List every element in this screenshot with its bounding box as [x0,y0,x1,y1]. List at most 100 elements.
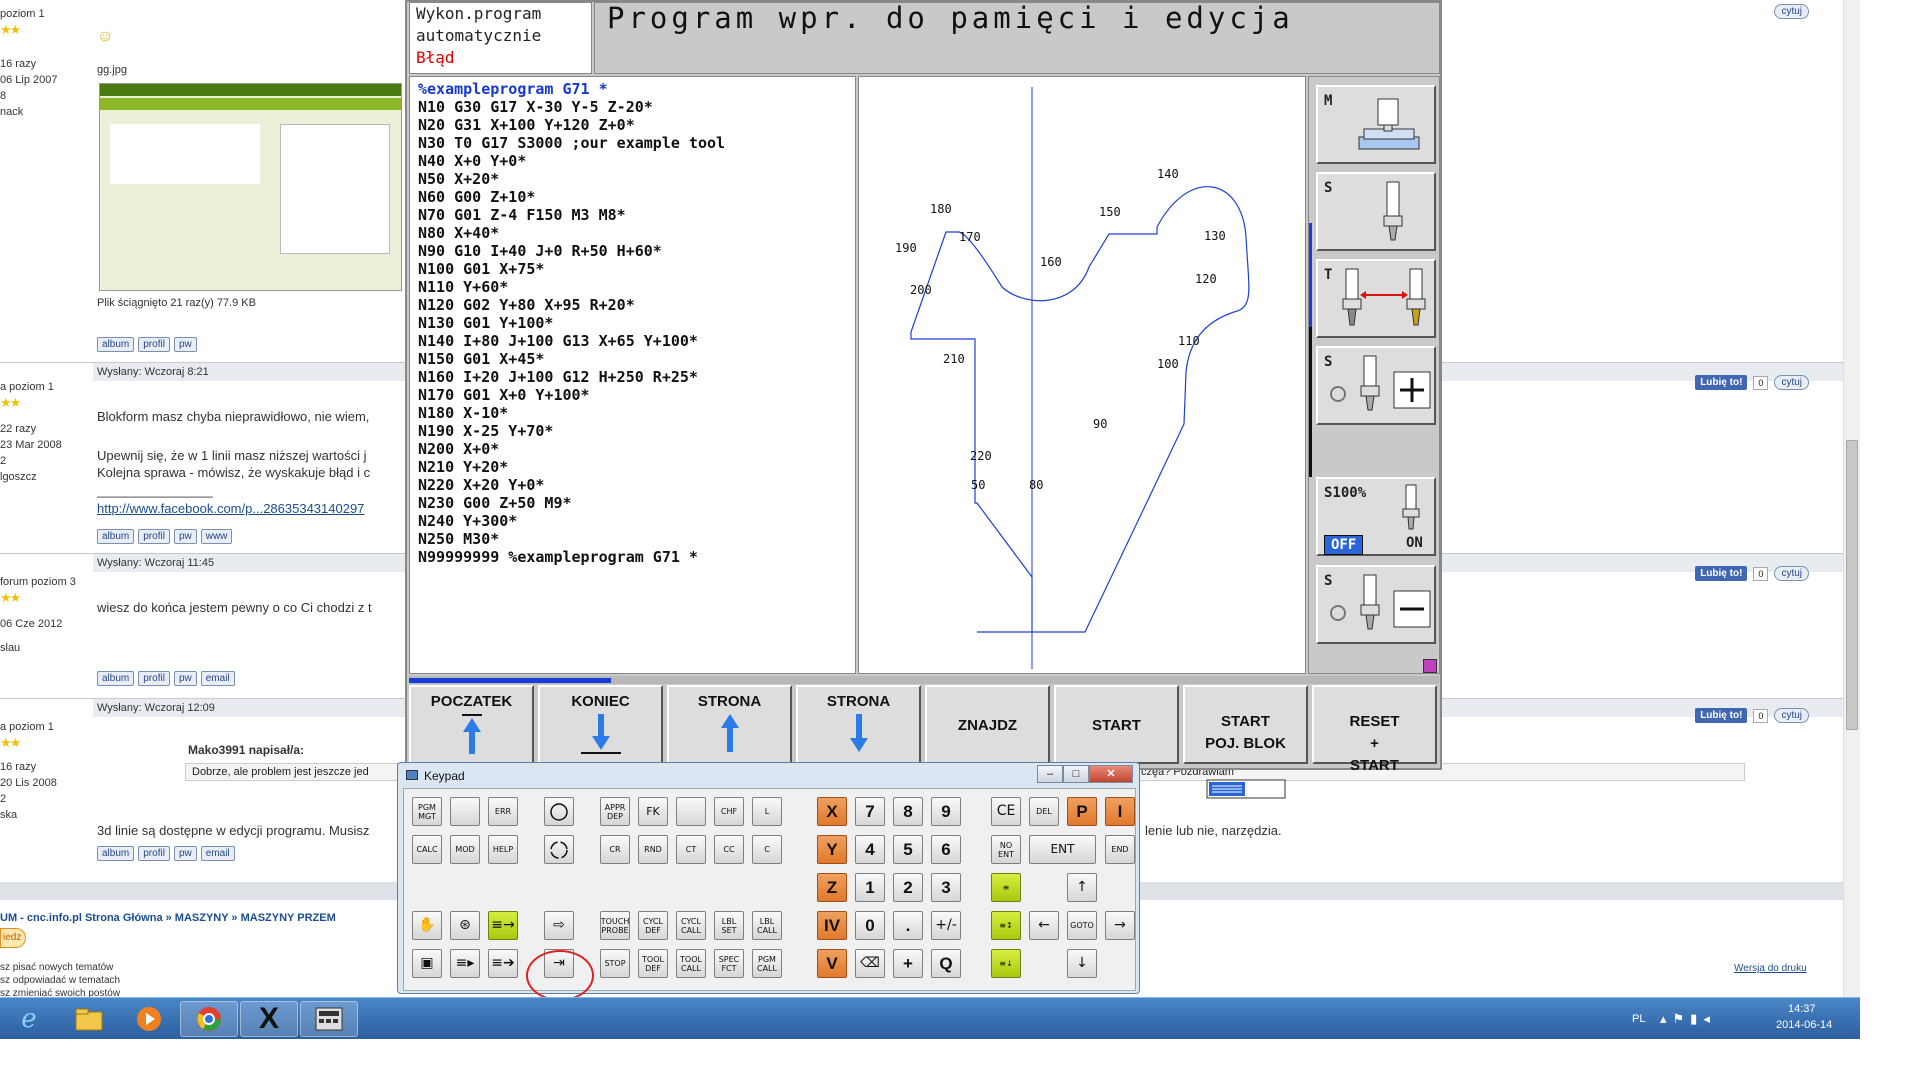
key-del[interactable]: DEL [1029,797,1059,826]
key-i[interactable]: I [1105,797,1135,826]
key-cycle-icon[interactable] [544,835,574,864]
pm-button[interactable]: pw [173,529,197,544]
program-line[interactable]: N180 X-10* [418,404,847,422]
key-2[interactable]: 2 [893,873,923,902]
softkey-begin[interactable]: POCZATEK [409,685,534,764]
key-plus-minus[interactable]: +/- [931,911,961,940]
keypad-app-icon[interactable] [300,1001,358,1037]
profile-button[interactable]: profil [138,337,170,352]
key-p[interactable]: P [1067,797,1097,826]
key-ct[interactable]: CT [676,835,706,864]
quote-button[interactable]: cytuj [1774,708,1809,723]
clock-time[interactable]: 14:37 [1788,1003,1816,1015]
key-chf[interactable]: CHF [714,797,744,826]
profile-button[interactable]: profil [138,529,170,544]
quote-button[interactable]: cytuj [1774,566,1809,581]
explorer-icon[interactable] [60,1001,118,1037]
x-app-icon[interactable]: X [240,1001,298,1037]
softkey-find[interactable]: ZNAJDZ [925,685,1050,764]
program-line[interactable]: N240 Y+300* [418,512,847,530]
program-line[interactable]: N10 G30 G17 X-30 Y-5 Z-20* [418,98,847,116]
spindle-override-button[interactable]: S100% OFF ON [1316,477,1436,556]
program-line[interactable]: N80 X+40* [418,224,847,242]
key-block-icon[interactable]: ≡▸ [450,949,480,978]
key-calc[interactable]: CALC [412,835,442,864]
album-button[interactable]: album [97,846,135,861]
maximize-button[interactable]: □ [1063,765,1089,783]
key-7[interactable]: 7 [855,797,885,826]
program-line[interactable]: N140 I+80 J+100 G13 X+65 Y+100* [418,332,847,350]
program-line[interactable]: N120 G02 Y+80 X+95 R+20* [418,296,847,314]
key-c[interactable]: C [752,835,782,864]
language-indicator[interactable]: PL [1632,1013,1645,1025]
quote-button[interactable]: cytuj [1774,375,1809,390]
error-indicator[interactable]: Błąd [416,47,585,69]
spindle-minus-button[interactable]: S [1316,565,1436,644]
key-help[interactable]: HELP [488,835,518,864]
key-tool-call[interactable]: TOOL CALL [676,949,706,978]
key-handwheel-icon[interactable]: ⊛ [450,911,480,940]
key-blank[interactable] [450,797,480,826]
key-lbl-set[interactable]: LBL SET [714,911,744,940]
program-line[interactable]: N100 G01 X+75* [418,260,847,278]
key-tool-def[interactable]: TOOL DEF [638,949,668,978]
like-button[interactable]: Lubię to! [1695,566,1748,581]
key-touch-probe[interactable]: TOUCH PROBE [600,911,630,940]
breadcrumb[interactable]: UM - cnc.info.pl Strona Główna » MASZYNY… [0,912,336,924]
key-l[interactable]: L [752,797,782,826]
key-goto[interactable]: GOTO [1067,911,1097,940]
key-manual-icon[interactable]: ✋ [412,911,442,940]
key-1[interactable]: 1 [855,873,885,902]
program-line[interactable]: N150 G01 X+45* [418,350,847,368]
key-cycl-def[interactable]: CYCL DEF [638,911,668,940]
key-dot[interactable]: . [893,911,923,940]
key-iv[interactable]: IV [817,911,847,940]
close-button[interactable]: ✕ [1089,765,1133,783]
signature-link[interactable]: http://www.facebook.com/p...286353431402… [97,501,364,516]
softkey-page-up[interactable]: STRONA [667,685,792,764]
program-line[interactable]: N70 G01 Z-4 F150 M3 M8* [418,206,847,224]
minimize-button[interactable]: – [1037,765,1063,783]
pm-button[interactable]: pw [173,337,197,352]
key-y[interactable]: Y [817,835,847,864]
program-line[interactable]: N90 G10 I+40 J+0 R+50 H+60* [418,242,847,260]
pm-button[interactable]: pw [173,671,197,686]
album-button[interactable]: album [97,671,135,686]
key-lbl-call[interactable]: LBL CALL [752,911,782,940]
tray-icons[interactable]: ▴⚑▮◂ [1660,1011,1716,1027]
key-pgm-mgt[interactable]: PGM MGT [412,797,442,826]
key-8[interactable]: 8 [893,797,923,826]
softkey-reset-start[interactable]: RESET + START [1312,685,1437,774]
key-pgm-call[interactable]: PGM CALL [752,949,782,978]
program-line[interactable]: N60 G00 Z+10* [418,188,847,206]
key-cc[interactable]: CC [714,835,744,864]
key-mod[interactable]: MOD [450,835,480,864]
arrow-down-icon[interactable]: ↓ [1067,949,1097,978]
softkey-end[interactable]: KONIEC [538,685,663,764]
m-function-button[interactable]: M [1316,85,1436,164]
tool-change-button[interactable]: T [1316,259,1436,338]
key-fk[interactable]: FK [638,797,668,826]
key-err[interactable]: ERR [488,797,518,826]
album-button[interactable]: album [97,337,135,352]
key-blank[interactable] [676,797,706,826]
key-v[interactable]: V [817,949,847,978]
program-line[interactable]: N130 G01 Y+100* [418,314,847,332]
key-file-icon[interactable]: ▣ [412,949,442,978]
email-button[interactable]: email [200,846,235,861]
program-line[interactable]: N30 T0 G17 S3000 ;our example tool [418,134,847,152]
key-4[interactable]: 4 [855,835,885,864]
key-program-run-icon[interactable]: ≡↕ [991,911,1021,940]
page-scrollbar[interactable] [1843,0,1860,997]
key-positioning-icon[interactable]: ≡→ [488,911,518,940]
key-z[interactable]: Z [817,873,847,902]
spindle-plus-button[interactable]: S [1316,346,1436,425]
key-cr[interactable]: CR [600,835,630,864]
program-line[interactable]: N50 X+20* [418,170,847,188]
spindle-button[interactable]: S [1316,172,1436,251]
program-line[interactable]: N250 M30* [418,530,847,548]
key-rotate-icon[interactable] [544,797,574,826]
program-line[interactable]: N210 Y+20* [418,458,847,476]
key-full-sequence-icon[interactable]: ≡➔ [488,949,518,978]
key-no-ent[interactable]: NO ENT [991,835,1021,864]
